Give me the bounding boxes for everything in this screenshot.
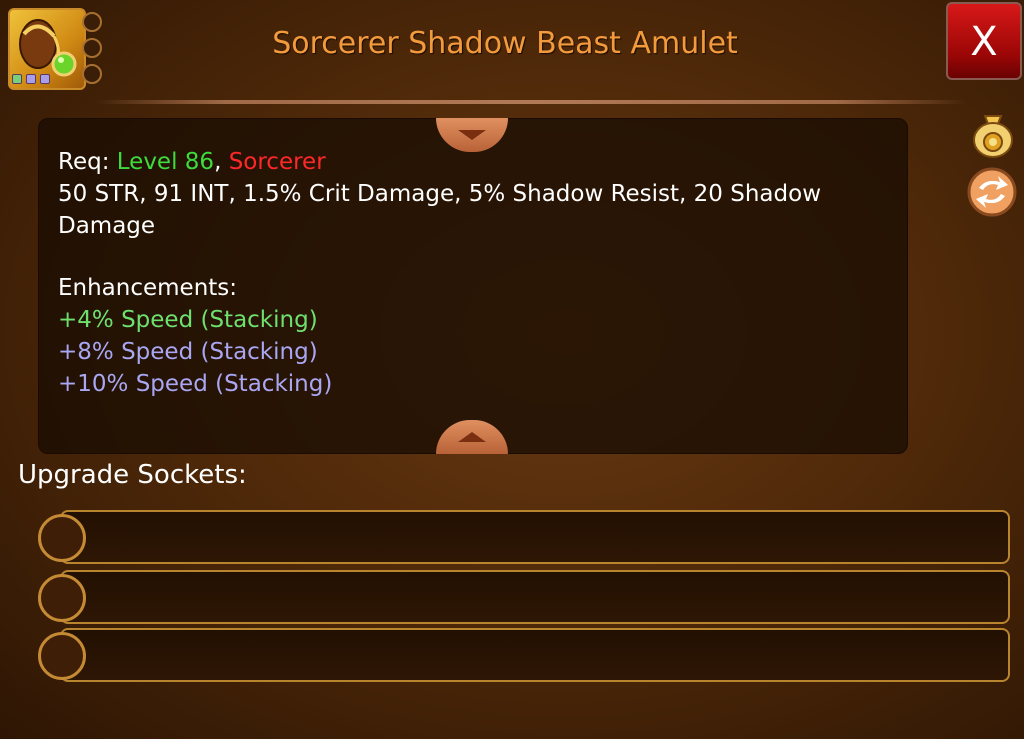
socket-row-2[interactable] xyxy=(60,570,1010,624)
socket-indicator-2 xyxy=(82,38,102,58)
description-text: Req: Level 86, Sorcerer 50 STR, 91 INT, … xyxy=(58,146,898,400)
socket-slot-2[interactable] xyxy=(38,574,86,622)
gem-slot-2 xyxy=(26,74,36,84)
socket-row-3[interactable] xyxy=(60,628,1010,682)
socket-slot-1[interactable] xyxy=(38,514,86,562)
swap-arrows-icon xyxy=(967,167,1017,217)
enhancement-3: +10% Speed (Stacking) xyxy=(58,371,333,397)
item-title: Sorcerer Shadow Beast Amulet xyxy=(272,26,738,61)
socket-row-1[interactable] xyxy=(60,510,1010,564)
chevron-down-icon xyxy=(458,130,486,140)
swap-button[interactable] xyxy=(966,166,1017,217)
enhancement-2: +8% Speed (Stacking) xyxy=(58,339,318,365)
amulet-icon xyxy=(8,8,86,90)
socket-slot-3[interactable] xyxy=(38,632,86,680)
gold-bag-icon xyxy=(973,115,1013,158)
req-class: Sorcerer xyxy=(228,149,326,175)
gem-slot-3 xyxy=(40,74,50,84)
close-button[interactable]: X xyxy=(946,2,1022,80)
req-label: Req: xyxy=(58,149,117,175)
socket-indicator-1 xyxy=(82,12,102,32)
socket-indicator-3 xyxy=(82,64,102,84)
req-separator: , xyxy=(214,149,229,175)
chevron-up-icon xyxy=(458,432,486,442)
stats-line: 50 STR, 91 INT, 1.5% Crit Damage, 5% Sha… xyxy=(58,181,822,239)
header-divider xyxy=(96,100,966,104)
sell-button[interactable] xyxy=(968,106,1018,158)
gem-slot-1 xyxy=(12,74,22,84)
item-icon[interactable] xyxy=(8,8,104,90)
upgrade-sockets-label: Upgrade Sockets: xyxy=(18,460,247,490)
enhancement-1: +4% Speed (Stacking) xyxy=(58,307,318,333)
enhancements-label: Enhancements: xyxy=(58,275,238,301)
req-level: Level 86 xyxy=(116,149,215,175)
